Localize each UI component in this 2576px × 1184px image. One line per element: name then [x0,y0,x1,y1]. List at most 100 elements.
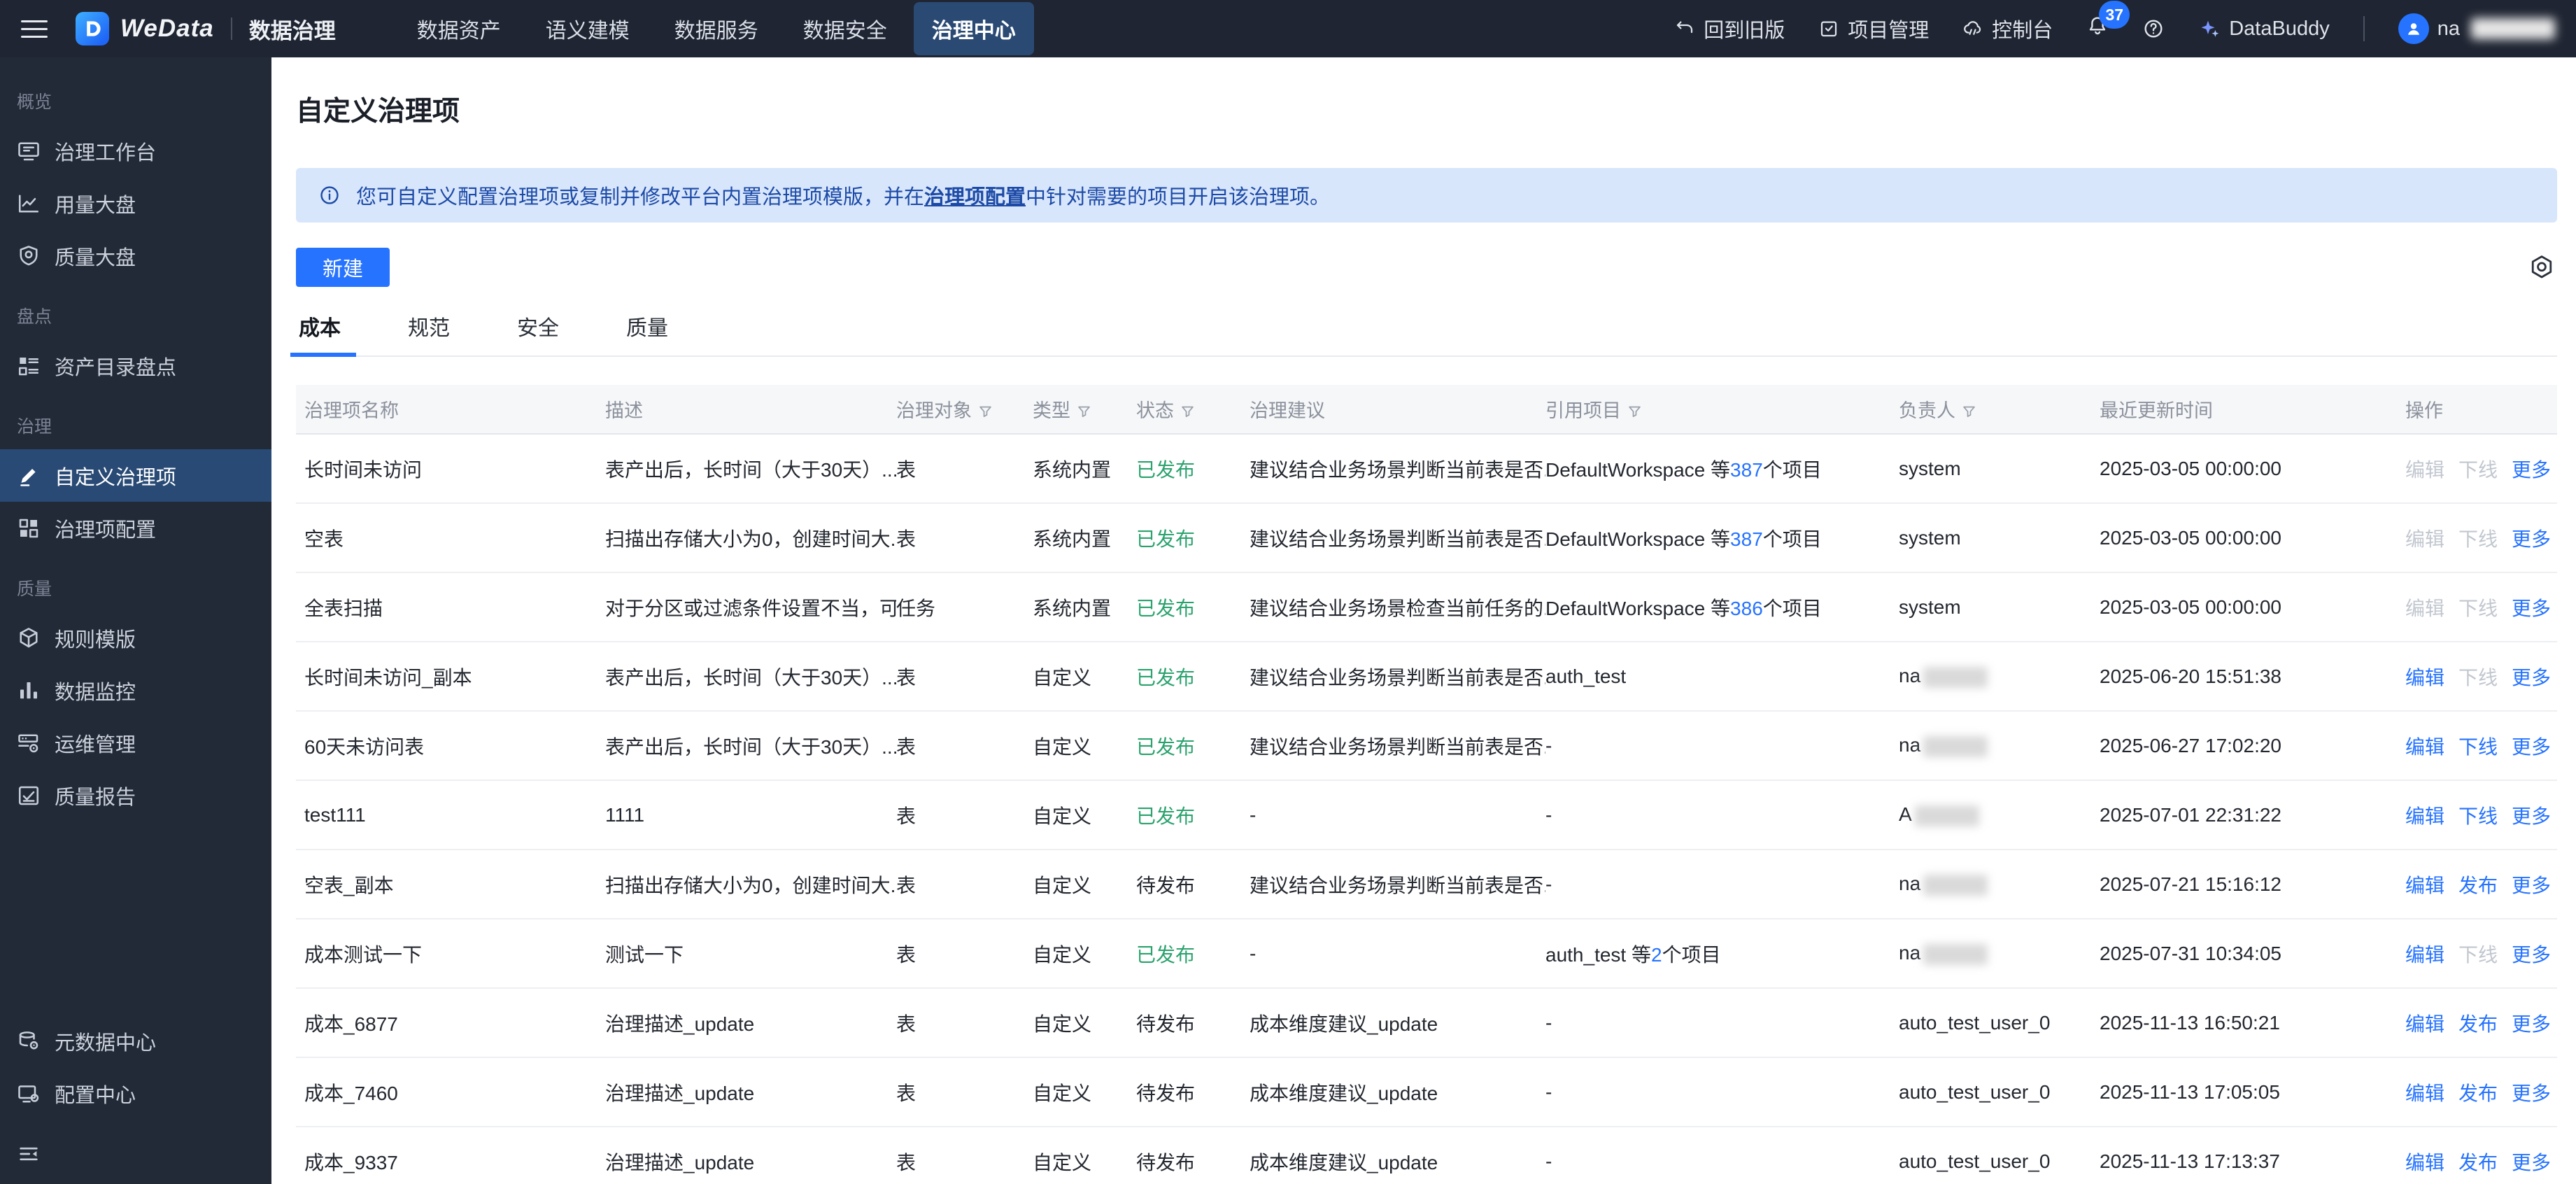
sidebar-item-3-3[interactable]: 质量报告 [0,769,271,822]
sidebar-item-0-2[interactable]: 质量大盘 [0,230,271,282]
action-link[interactable]: 编辑 [2405,667,2444,689]
action-link[interactable]: 发布 [2458,1083,2498,1104]
topbar-nav-item-2[interactable]: 数据服务 [656,2,777,55]
cell-updated: 2025-03-05 00:00:00 [2100,572,2405,642]
back-to-old-button[interactable]: 回到旧版 [1674,14,1785,43]
tab-0[interactable]: 成本 [290,306,356,357]
filter-icon[interactable] [1621,400,1643,421]
owner-text: na [1899,873,1921,895]
sidebar-item-label: 运维管理 [55,733,136,756]
action-link[interactable]: 更多 [2512,1083,2551,1104]
cell-updated: 2025-07-21 15:16:12 [2100,850,2405,919]
sidebar-item-3-1[interactable]: 数据监控 [0,664,271,717]
action-link[interactable]: 下线 [2458,736,2498,758]
action-link[interactable]: 发布 [2458,875,2498,896]
action-link[interactable]: 编辑 [2405,1152,2444,1174]
topbar-nav: 数据资产 语义建模 数据服务 数据安全 治理中心 [399,2,1034,55]
cell-actions: 编辑 下线 更多 [2405,711,2557,781]
cell-object: 表 [896,919,1033,989]
project-count-link[interactable]: 386 [1730,598,1763,619]
action-link[interactable]: 更多 [2512,1152,2551,1174]
sidebar-item-2-0[interactable]: 自定义治理项 [0,449,271,502]
cell-owner: system [1899,572,2100,642]
topbar-nav-item-3[interactable]: 数据安全 [785,2,905,55]
action-link[interactable]: 编辑 [2405,1013,2444,1035]
action-link[interactable]: 更多 [2512,875,2551,896]
sidebar-group-label: 质量 [17,579,52,599]
project-count-link[interactable]: 387 [1730,528,1763,550]
sidebar-item-3-2[interactable]: 运维管理 [0,717,271,769]
topbar-nav-item-0[interactable]: 数据资产 [399,2,519,55]
action-link[interactable]: 发布 [2458,1152,2498,1174]
sidebar-bottom-item-1[interactable]: 配置中心 [0,1067,271,1120]
action-link[interactable]: 编辑 [2405,1083,2444,1104]
column-header: 操作 [2405,385,2557,435]
cell-updated: 2025-11-13 17:05:05 [2100,1057,2405,1127]
status-text: 已发布 [1136,943,1196,966]
table-row: 长时间未访问 表产出后，长时间（大于30天）... 表系统内置 已发布 建议结合业务场景… [296,434,2557,504]
cell-suggestion: - [1250,780,1545,850]
asset-catalog-icon [15,353,42,379]
topbar-nav-item-4[interactable]: 治理中心 [913,2,1034,55]
tab-3[interactable]: 质量 [623,306,671,355]
action-link[interactable]: 编辑 [2405,875,2444,896]
action-link-disabled: 下线 [2458,458,2498,481]
page-title: 自定义治理项 [296,97,460,127]
user-menu[interactable]: na [2398,13,2555,44]
cell-updated: 2025-06-20 15:51:38 [2100,642,2405,712]
hamburger-menu-icon[interactable] [21,20,48,38]
filter-icon[interactable] [972,400,993,421]
console-button[interactable]: 控制台 [1962,14,2053,43]
project-count-link[interactable]: 387 [1730,459,1763,481]
action-link[interactable]: 更多 [2512,805,2551,827]
action-link[interactable]: 下线 [2458,805,2498,827]
cell-description: 表产出后，长时间（大于30天）... [605,642,896,712]
cell-owner: na [1899,642,2100,712]
topbar-nav-item-1[interactable]: 语义建模 [528,2,648,55]
filter-icon[interactable] [1174,400,1196,421]
databuddy-button[interactable]: DataBuddy [2198,17,2330,41]
action-link[interactable]: 更多 [2512,528,2551,550]
action-link[interactable]: 更多 [2512,598,2551,619]
governance-config-link[interactable]: 治理项配置 [924,186,1026,209]
sidebar-item-0-1[interactable]: 用量大盘 [0,177,271,230]
sidebar-item-1-0[interactable]: 资产目录盘点 [0,339,271,392]
action-link[interactable]: 编辑 [2405,736,2444,758]
notifications-button[interactable]: 37 [2086,1,2130,43]
action-link[interactable]: 编辑 [2405,944,2444,966]
cell-status: 已发布 [1136,780,1250,850]
table-row: 成本测试一下 测试一下表自定义 已发布 - auth_test 等2个项目 na 2025-… [296,919,2557,989]
cell-updated: 2025-07-01 22:31:22 [2100,780,2405,850]
action-link[interactable]: 更多 [2512,1013,2551,1035]
cell-type: 自定义 [1033,711,1136,781]
filter-icon[interactable] [1955,400,1977,421]
cell-projects: auth_test [1545,642,1899,712]
governance-items-table: 治理项名称 描述 治理对象 类型 状态 治理建议 引用项目 负责人 最近更新时间 操作 长时间未访问… [296,385,2557,1184]
sidebar-bottom-item-0[interactable]: 元数据中心 [0,1015,271,1067]
sidebar-collapse-button[interactable] [0,1129,271,1178]
sidebar-item-label: 规则模版 [55,628,136,651]
governance-config-icon [15,515,42,542]
sidebar-item-3-0[interactable]: 规则模版 [0,612,271,664]
create-new-button[interactable]: 新建 [296,248,390,287]
action-link[interactable]: 编辑 [2405,805,2444,827]
tab-2[interactable]: 安全 [514,306,562,355]
project-management-button[interactable]: 项目管理 [1818,14,1929,43]
action-link[interactable]: 更多 [2512,944,2551,966]
sidebar-item-0-0[interactable]: 治理工作台 [0,125,271,177]
action-link[interactable]: 更多 [2512,459,2551,481]
cell-name: 长时间未访问 [296,434,605,504]
column-settings-button[interactable] [2526,252,2557,283]
sidebar-item-2-1[interactable]: 治理项配置 [0,502,271,554]
action-link[interactable]: 更多 [2512,736,2551,758]
action-link[interactable]: 更多 [2512,667,2551,689]
cell-type: 自定义 [1033,1057,1136,1127]
help-button[interactable] [2142,17,2165,40]
cell-description: 表产出后，长时间（大于30天）... [605,711,896,781]
cell-owner: A [1899,780,2100,850]
brand-divider [230,17,232,40]
action-link[interactable]: 发布 [2458,1013,2498,1035]
project-count-link[interactable]: 2 [1651,944,1662,966]
tab-1[interactable]: 规范 [405,306,453,355]
filter-icon[interactable] [1070,400,1092,421]
